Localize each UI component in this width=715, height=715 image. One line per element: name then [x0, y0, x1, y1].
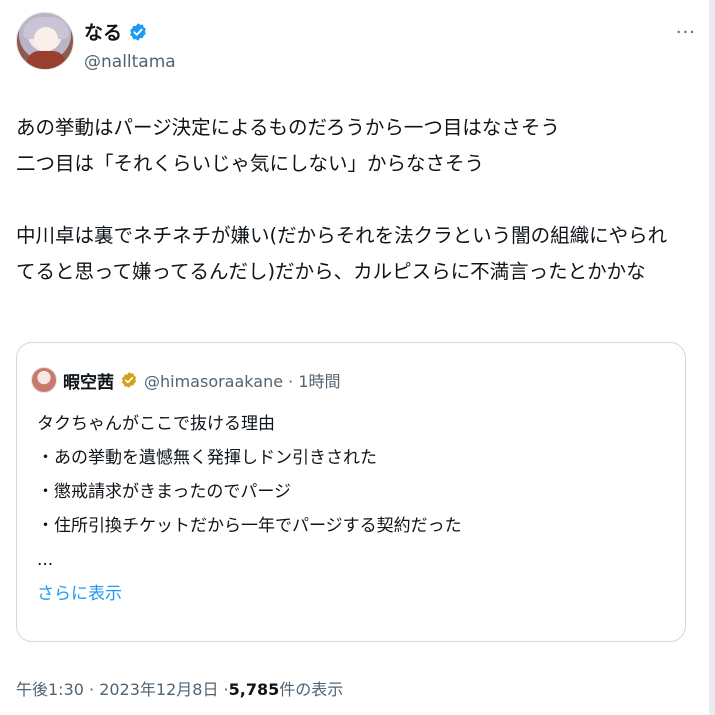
- quoted-tweet[interactable]: 暇空茜 @himasoraakane · 1時間 タクちゃんがここで抜ける理由 …: [16, 342, 686, 642]
- tweet-line: あの挙動はパージ決定によるものだろうから一つ目はなさそう: [16, 116, 560, 139]
- verified-badge-icon: [130, 22, 146, 41]
- tweet-datetime[interactable]: 午後1:30 · 2023年12月8日 ·: [16, 676, 229, 700]
- tweet-line: てると思って嫌ってるんだし)だから、カルピスらに不満言ったとかかな: [16, 260, 646, 283]
- author-display-name[interactable]: なる: [84, 18, 122, 45]
- tweet-card: なる @nalltama ··· あの挙動はパージ決定によるものだろうから一つ目…: [0, 0, 715, 715]
- quoted-line: ・あの挙動を遺憾無く発揮しドン引きされた: [37, 448, 377, 468]
- author-name-row[interactable]: なる: [84, 18, 148, 45]
- quoted-header: 暇空茜 @himasoraakane · 1時間: [31, 367, 341, 393]
- show-more-link[interactable]: さらに表示: [37, 577, 462, 611]
- verified-badge-icon: [121, 372, 137, 388]
- tweet-text: あの挙動はパージ決定によるものだろうから一つ目はなさそう 二つ目は「それくらいじ…: [16, 110, 696, 290]
- quoted-line: ・懲戒請求がきまったのでパージ: [37, 482, 291, 502]
- avatar-face: [34, 27, 58, 51]
- tweet-footer: 午後1:30 · 2023年12月8日 · 5,785 件の表示: [16, 676, 343, 700]
- quoted-avatar: [31, 367, 57, 393]
- tweet-line: 中川卓は裏でネチネチが嫌い(だからそれを法クラという闇の組織にやられ: [16, 224, 668, 247]
- author-avatar[interactable]: [16, 12, 74, 70]
- tweet-header: なる @nalltama ···: [16, 12, 696, 82]
- quoted-line: ・住所引換チケットだから一年でパージする契約だった: [37, 516, 462, 536]
- author-handle[interactable]: @nalltama: [84, 52, 176, 72]
- tweet-line: 二つ目は「それくらいじゃ気にしない」からなさそう: [16, 152, 485, 175]
- quoted-handle-time: @himasoraakane · 1時間: [144, 372, 341, 391]
- quoted-line: タクちゃんがここで抜ける理由: [37, 414, 275, 434]
- more-options-icon[interactable]: ···: [676, 22, 696, 43]
- quoted-text: タクちゃんがここで抜ける理由 ・あの挙動を遺憾無く発揮しドン引きされた ・懲戒請…: [37, 407, 462, 611]
- quoted-ellipsis: ...: [37, 550, 54, 570]
- quoted-display-name: 暇空茜: [63, 372, 114, 393]
- view-count: 5,785: [228, 680, 280, 699]
- view-count-label: 件の表示: [279, 680, 344, 699]
- avatar-dress: [27, 51, 65, 69]
